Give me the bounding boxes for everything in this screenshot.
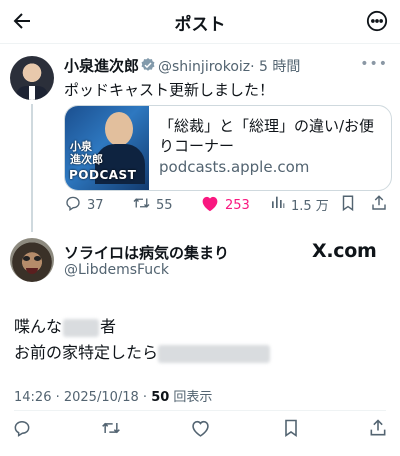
handle-text: @shinjirokoiz: [158, 59, 251, 75]
reply-icon: [12, 420, 32, 442]
bookmark-icon: [340, 194, 356, 216]
share-button[interactable]: [370, 194, 388, 216]
repost-button[interactable]: 55: [132, 194, 173, 216]
reply-icon: [64, 194, 82, 216]
bookmark-icon: [282, 419, 300, 442]
redacted-text: [63, 318, 100, 337]
more-options-button[interactable]: [366, 10, 388, 32]
post-text: ポッドキャスト更新しました！: [64, 81, 275, 99]
meta-divider: [14, 410, 386, 411]
thumbnail-podcast-label: PODCAST: [69, 168, 137, 182]
reply-button[interactable]: 37: [64, 194, 104, 216]
post-more-button[interactable]: •••: [360, 56, 388, 72]
author-handle[interactable]: @shinjirokoiz· 5 時間: [158, 56, 300, 76]
post-text-line: 喋んな 者: [14, 313, 116, 337]
link-card[interactable]: 小泉 進次郎 PODCAST 「総裁」と「総理」の違い/お便りコーナー podca…: [64, 105, 392, 191]
views-label: 回表示: [169, 390, 213, 405]
text-segment: お前の家特定したら: [14, 343, 159, 362]
card-domain: podcasts.apple.com: [159, 158, 310, 176]
bookmark-button[interactable]: [282, 418, 300, 442]
like-button[interactable]: [190, 418, 211, 442]
post-text-line: お前の家特定したら: [14, 339, 271, 363]
repost-button[interactable]: [100, 418, 122, 442]
repost-icon: [100, 422, 122, 442]
like-button[interactable]: 253: [200, 194, 250, 216]
card-title: 「総裁」と「総理」の違い/お便りコーナー: [159, 117, 375, 155]
repost-count: 55: [156, 197, 173, 213]
post-time: · 5 時間: [250, 59, 301, 75]
like-count: 253: [225, 197, 250, 213]
share-icon: [368, 419, 388, 442]
reply-button[interactable]: [12, 418, 32, 442]
reply-count: 37: [87, 197, 104, 213]
header-divider: [0, 43, 400, 44]
author-name[interactable]: ソライロは病気の集まり: [64, 242, 229, 263]
text-segment: 喋んな: [14, 317, 63, 336]
page-title: ポスト: [174, 15, 226, 35]
repost-icon: [132, 194, 151, 216]
thumbnail-label: 小泉 進次郎: [70, 140, 103, 166]
text-segment: 者: [100, 317, 117, 336]
author-name[interactable]: 小泉進次郎: [64, 55, 139, 76]
bookmark-button[interactable]: [340, 194, 356, 216]
xcom-watermark: X.com: [312, 240, 377, 262]
heart-icon: [190, 420, 211, 442]
post-timestamp: 14:26 · 2025/10/18 ·: [14, 390, 152, 405]
avatar[interactable]: [10, 56, 54, 100]
verified-badge-icon: [140, 57, 156, 77]
share-button[interactable]: [368, 418, 388, 442]
card-thumbnail: 小泉 進次郎 PODCAST: [65, 106, 149, 190]
heart-filled-icon: [200, 194, 220, 216]
more-horizontal-icon: [366, 10, 388, 32]
author-handle[interactable]: @LibdemsFuck: [64, 262, 169, 278]
thread-line: [31, 104, 33, 232]
redacted-text: [158, 344, 271, 363]
views-count: 1.5 万: [291, 198, 329, 214]
views-count: 50: [151, 390, 170, 405]
share-icon: [370, 194, 388, 216]
analytics-icon: [270, 194, 286, 214]
views-button[interactable]: 1.5 万: [270, 194, 329, 214]
avatar[interactable]: [10, 238, 54, 282]
post-metadata: 14:26 · 2025/10/18 · 50 回表示: [14, 386, 212, 405]
